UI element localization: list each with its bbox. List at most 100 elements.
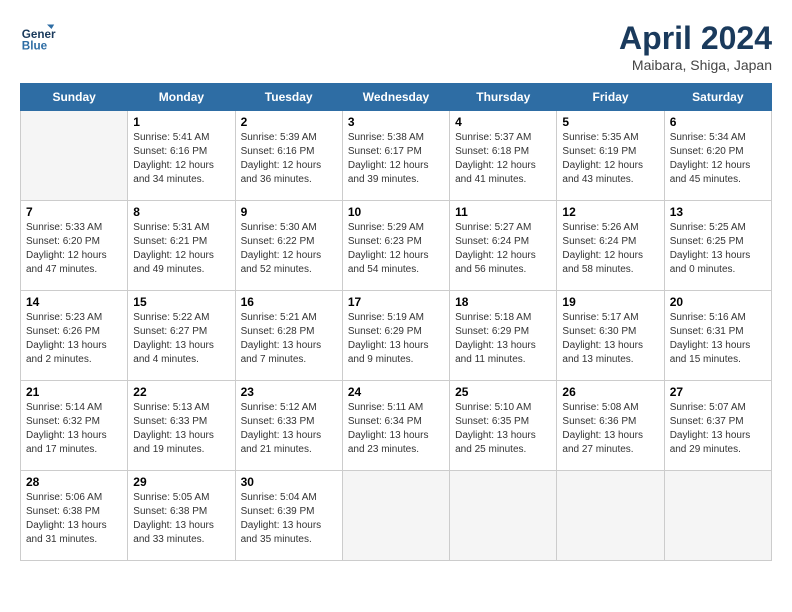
day-number: 14 <box>26 295 122 309</box>
day-info: Sunrise: 5:07 AM Sunset: 6:37 PM Dayligh… <box>670 401 766 457</box>
day-info: Sunrise: 5:33 AM Sunset: 6:20 PM Dayligh… <box>26 221 122 277</box>
day-cell <box>21 111 128 201</box>
day-cell: 29 Sunrise: 5:05 AM Sunset: 6:38 PM Dayli… <box>128 471 235 561</box>
day-cell: 5 Sunrise: 5:35 AM Sunset: 6:19 PM Daylig… <box>557 111 664 201</box>
day-info: Sunrise: 5:12 AM Sunset: 6:33 PM Dayligh… <box>241 401 337 457</box>
day-info: Sunrise: 5:37 AM Sunset: 6:18 PM Dayligh… <box>455 131 551 187</box>
weekday-header-tuesday: Tuesday <box>235 84 342 111</box>
day-info: Sunrise: 5:16 AM Sunset: 6:31 PM Dayligh… <box>670 311 766 367</box>
day-number: 11 <box>455 205 551 219</box>
page-header: General Blue April 2024 Maibara, Shiga, … <box>20 20 772 73</box>
day-cell <box>450 471 557 561</box>
week-row-3: 14 Sunrise: 5:23 AM Sunset: 6:26 PM Dayli… <box>21 291 772 381</box>
day-cell: 9 Sunrise: 5:30 AM Sunset: 6:22 PM Daylig… <box>235 201 342 291</box>
day-cell: 27 Sunrise: 5:07 AM Sunset: 6:37 PM Dayli… <box>664 381 771 471</box>
day-cell: 19Sunrise: 5:17 AM Sunset: 6:30 PM Dayli… <box>557 291 664 381</box>
day-number: 2 <box>241 115 337 129</box>
day-cell: 2 Sunrise: 5:39 AM Sunset: 6:16 PM Daylig… <box>235 111 342 201</box>
day-info: Sunrise: 5:38 AM Sunset: 6:17 PM Dayligh… <box>348 131 444 187</box>
day-cell: 22 Sunrise: 5:13 AM Sunset: 6:33 PM Dayli… <box>128 381 235 471</box>
weekday-header-friday: Friday <box>557 84 664 111</box>
day-info: Sunrise: 5:13 AM Sunset: 6:33 PM Dayligh… <box>133 401 229 457</box>
day-cell: 11 Sunrise: 5:27 AM Sunset: 6:24 PM Dayli… <box>450 201 557 291</box>
day-cell: 18 Sunrise: 5:18 AM Sunset: 6:29 PM Dayli… <box>450 291 557 381</box>
day-cell <box>342 471 449 561</box>
day-number: 12 <box>562 205 658 219</box>
day-cell: 17 Sunrise: 5:19 AM Sunset: 6:29 PM Dayli… <box>342 291 449 381</box>
week-row-1: 1Sunrise: 5:41 AM Sunset: 6:16 PM Daylig… <box>21 111 772 201</box>
day-cell: 3 Sunrise: 5:38 AM Sunset: 6:17 PM Daylig… <box>342 111 449 201</box>
day-number: 17 <box>348 295 444 309</box>
day-info: Sunrise: 5:19 AM Sunset: 6:29 PM Dayligh… <box>348 311 444 367</box>
weekday-header-monday: Monday <box>128 84 235 111</box>
day-number: 5 <box>562 115 658 129</box>
week-row-2: 7 Sunrise: 5:33 AM Sunset: 6:20 PM Daylig… <box>21 201 772 291</box>
day-info: Sunrise: 5:34 AM Sunset: 6:20 PM Dayligh… <box>670 131 766 187</box>
day-info: Sunrise: 5:39 AM Sunset: 6:16 PM Dayligh… <box>241 131 337 187</box>
day-info: Sunrise: 5:21 AM Sunset: 6:28 PM Dayligh… <box>241 311 337 367</box>
day-number: 22 <box>133 385 229 399</box>
day-number: 30 <box>241 475 337 489</box>
day-number: 6 <box>670 115 766 129</box>
day-info: Sunrise: 5:27 AM Sunset: 6:24 PM Dayligh… <box>455 221 551 277</box>
weekday-header-wednesday: Wednesday <box>342 84 449 111</box>
week-row-5: 28Sunrise: 5:06 AM Sunset: 6:38 PM Dayli… <box>21 471 772 561</box>
day-info: Sunrise: 5:35 AM Sunset: 6:19 PM Dayligh… <box>562 131 658 187</box>
day-cell: 26 Sunrise: 5:08 AM Sunset: 6:36 PM Dayli… <box>557 381 664 471</box>
day-info: Sunrise: 5:04 AM Sunset: 6:39 PM Dayligh… <box>241 491 337 547</box>
day-number: 28 <box>26 475 122 489</box>
day-number: 10 <box>348 205 444 219</box>
calendar-table: SundayMondayTuesdayWednesdayThursdayFrid… <box>20 83 772 561</box>
day-cell: 12Sunrise: 5:26 AM Sunset: 6:24 PM Dayli… <box>557 201 664 291</box>
location: Maibara, Shiga, Japan <box>619 57 772 73</box>
day-info: Sunrise: 5:30 AM Sunset: 6:22 PM Dayligh… <box>241 221 337 277</box>
day-cell: 25 Sunrise: 5:10 AM Sunset: 6:35 PM Dayli… <box>450 381 557 471</box>
day-cell <box>664 471 771 561</box>
day-cell: 15Sunrise: 5:22 AM Sunset: 6:27 PM Dayli… <box>128 291 235 381</box>
day-cell: 13Sunrise: 5:25 AM Sunset: 6:25 PM Dayli… <box>664 201 771 291</box>
day-info: Sunrise: 5:05 AM Sunset: 6:38 PM Dayligh… <box>133 491 229 547</box>
day-number: 20 <box>670 295 766 309</box>
day-number: 7 <box>26 205 122 219</box>
day-cell: 24Sunrise: 5:11 AM Sunset: 6:34 PM Dayli… <box>342 381 449 471</box>
day-number: 15 <box>133 295 229 309</box>
weekday-header-thursday: Thursday <box>450 84 557 111</box>
title-block: April 2024 Maibara, Shiga, Japan <box>619 20 772 73</box>
month-title: April 2024 <box>619 20 772 57</box>
day-cell: 21Sunrise: 5:14 AM Sunset: 6:32 PM Dayli… <box>21 381 128 471</box>
day-number: 23 <box>241 385 337 399</box>
weekday-header-saturday: Saturday <box>664 84 771 111</box>
day-cell: 14 Sunrise: 5:23 AM Sunset: 6:26 PM Dayli… <box>21 291 128 381</box>
day-info: Sunrise: 5:10 AM Sunset: 6:35 PM Dayligh… <box>455 401 551 457</box>
day-number: 16 <box>241 295 337 309</box>
day-number: 25 <box>455 385 551 399</box>
day-info: Sunrise: 5:41 AM Sunset: 6:16 PM Dayligh… <box>133 131 229 187</box>
day-cell: 16 Sunrise: 5:21 AM Sunset: 6:28 PM Dayli… <box>235 291 342 381</box>
day-cell: 4 Sunrise: 5:37 AM Sunset: 6:18 PM Daylig… <box>450 111 557 201</box>
day-number: 26 <box>562 385 658 399</box>
day-info: Sunrise: 5:25 AM Sunset: 6:25 PM Dayligh… <box>670 221 766 277</box>
day-cell: 7 Sunrise: 5:33 AM Sunset: 6:20 PM Daylig… <box>21 201 128 291</box>
day-cell <box>557 471 664 561</box>
day-cell: 6 Sunrise: 5:34 AM Sunset: 6:20 PM Daylig… <box>664 111 771 201</box>
day-number: 21 <box>26 385 122 399</box>
day-info: Sunrise: 5:18 AM Sunset: 6:29 PM Dayligh… <box>455 311 551 367</box>
day-number: 29 <box>133 475 229 489</box>
logo: General Blue <box>20 20 56 56</box>
day-info: Sunrise: 5:29 AM Sunset: 6:23 PM Dayligh… <box>348 221 444 277</box>
day-info: Sunrise: 5:23 AM Sunset: 6:26 PM Dayligh… <box>26 311 122 367</box>
weekday-header-sunday: Sunday <box>21 84 128 111</box>
day-number: 27 <box>670 385 766 399</box>
day-info: Sunrise: 5:11 AM Sunset: 6:34 PM Dayligh… <box>348 401 444 457</box>
day-cell: 8Sunrise: 5:31 AM Sunset: 6:21 PM Daylig… <box>128 201 235 291</box>
day-number: 4 <box>455 115 551 129</box>
day-number: 3 <box>348 115 444 129</box>
weekday-header-row: SundayMondayTuesdayWednesdayThursdayFrid… <box>21 84 772 111</box>
day-number: 18 <box>455 295 551 309</box>
day-cell: 1Sunrise: 5:41 AM Sunset: 6:16 PM Daylig… <box>128 111 235 201</box>
day-number: 9 <box>241 205 337 219</box>
day-number: 8 <box>133 205 229 219</box>
day-cell: 10 Sunrise: 5:29 AM Sunset: 6:23 PM Dayli… <box>342 201 449 291</box>
day-info: Sunrise: 5:08 AM Sunset: 6:36 PM Dayligh… <box>562 401 658 457</box>
day-cell: 23 Sunrise: 5:12 AM Sunset: 6:33 PM Dayli… <box>235 381 342 471</box>
